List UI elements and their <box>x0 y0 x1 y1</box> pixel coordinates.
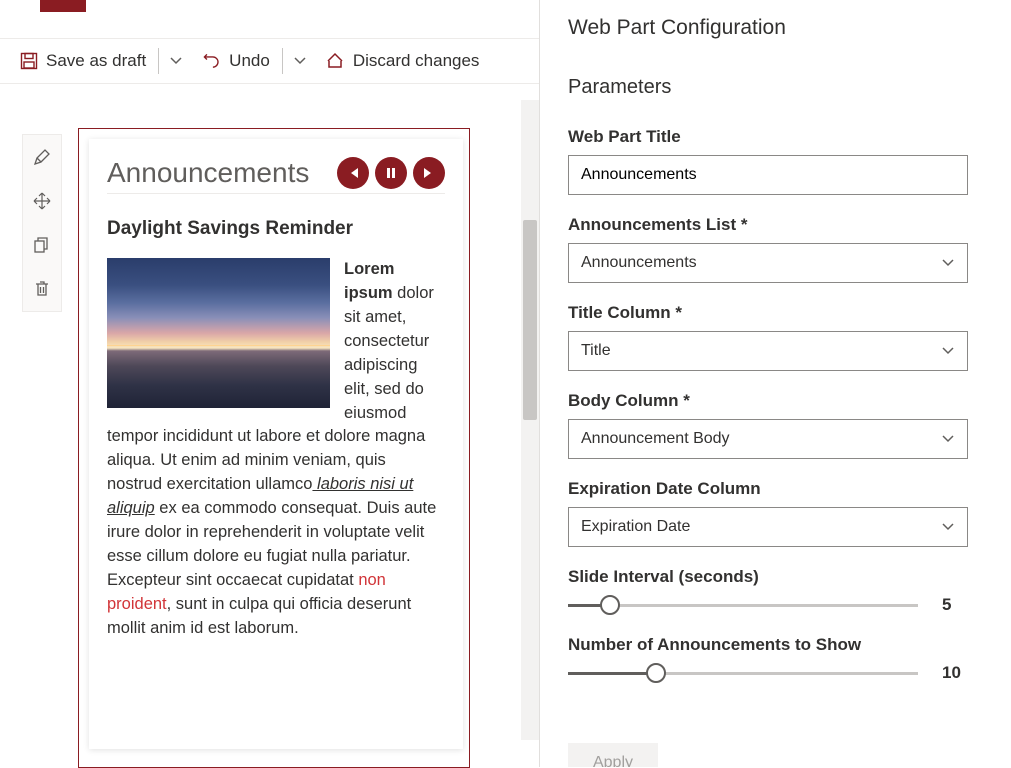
save-as-draft-label: Save as draft <box>46 51 146 71</box>
announcements-list-dropdown[interactable]: Announcements <box>568 243 968 283</box>
save-as-draft-button[interactable]: Save as draft <box>10 39 156 83</box>
title-column-dropdown[interactable]: Title <box>568 331 968 371</box>
undo-button[interactable]: Undo <box>191 39 280 83</box>
undo-dropdown-chevron[interactable] <box>285 39 315 83</box>
config-header: Web Part Configuration <box>568 16 991 40</box>
delete-button[interactable] <box>23 267 61 311</box>
copy-icon <box>33 236 51 254</box>
expiration-column-dropdown[interactable]: Expiration Date <box>568 507 968 547</box>
list-field-label: Announcements List * <box>568 215 991 235</box>
announcement-body: Lorem ipsum dolor sit amet, consectetur … <box>107 258 445 641</box>
pencil-icon <box>33 148 51 166</box>
skip-back-icon <box>346 166 360 180</box>
dropdown-selected: Announcements <box>581 254 941 272</box>
edit-button[interactable] <box>23 135 61 179</box>
webpart-selection-frame[interactable]: Announcements <box>78 128 470 768</box>
config-section-title: Parameters <box>568 76 991 99</box>
webpart-edit-toolbar <box>22 134 62 312</box>
canvas-scrollbar[interactable] <box>521 100 539 740</box>
count-label: Number of Announcements to Show <box>568 635 991 655</box>
chevron-down-icon <box>941 520 955 534</box>
slider-thumb[interactable] <box>600 595 620 615</box>
title-col-label: Title Column * <box>568 303 991 323</box>
discard-changes-label: Discard changes <box>353 51 480 71</box>
scrollbar-thumb[interactable] <box>523 220 537 420</box>
count-value: 10 <box>942 663 968 683</box>
body-column-dropdown[interactable]: Announcement Body <box>568 419 968 459</box>
slide-interval-slider[interactable] <box>568 595 918 615</box>
pause-icon <box>384 166 398 180</box>
save-icon <box>20 52 38 70</box>
trash-icon <box>33 280 51 298</box>
announcement-title: Daylight Savings Reminder <box>107 218 445 240</box>
interval-label: Slide Interval (seconds) <box>568 567 991 587</box>
next-slide-button[interactable] <box>413 157 445 189</box>
chevron-down-icon <box>941 344 955 358</box>
config-panel: Web Part Configuration Parameters Web Pa… <box>540 0 1011 767</box>
apply-button[interactable]: Apply <box>568 743 658 767</box>
undo-icon <box>201 51 221 71</box>
save-dropdown-chevron[interactable] <box>161 39 191 83</box>
slider-thumb[interactable] <box>646 663 666 683</box>
discard-changes-button[interactable]: Discard changes <box>315 39 490 83</box>
body-text: ex ea commodo consequat. Duis aute irure… <box>107 499 436 589</box>
undo-label: Undo <box>229 51 270 71</box>
dropdown-selected: Expiration Date <box>581 518 941 536</box>
toolbar-divider <box>158 48 159 74</box>
announcements-card: Announcements <box>89 139 463 749</box>
chevron-down-icon <box>293 54 307 68</box>
dropdown-selected: Announcement Body <box>581 430 941 448</box>
duplicate-button[interactable] <box>23 223 61 267</box>
chevron-down-icon <box>941 256 955 270</box>
brand-accent-block <box>40 0 86 12</box>
discard-icon <box>325 51 345 71</box>
body-lead: Lorem ipsum <box>344 260 394 302</box>
skip-forward-icon <box>422 166 436 180</box>
exp-col-label: Expiration Date Column <box>568 479 991 499</box>
chevron-down-icon <box>941 432 955 446</box>
toolbar-divider <box>282 48 283 74</box>
pause-slide-button[interactable] <box>375 157 407 189</box>
move-button[interactable] <box>23 179 61 223</box>
announcement-image <box>107 258 330 408</box>
webpart-title-input[interactable] <box>568 155 968 195</box>
interval-value: 5 <box>942 595 968 615</box>
previous-slide-button[interactable] <box>337 157 369 189</box>
move-icon <box>33 192 51 210</box>
body-col-label: Body Column * <box>568 391 991 411</box>
chevron-down-icon <box>169 54 183 68</box>
announcement-count-slider[interactable] <box>568 663 918 683</box>
dropdown-selected: Title <box>581 342 941 360</box>
webpart-title: Announcements <box>107 157 337 189</box>
page-toolbar: Save as draft Undo Discard changes <box>0 38 539 84</box>
title-field-label: Web Part Title <box>568 127 991 147</box>
